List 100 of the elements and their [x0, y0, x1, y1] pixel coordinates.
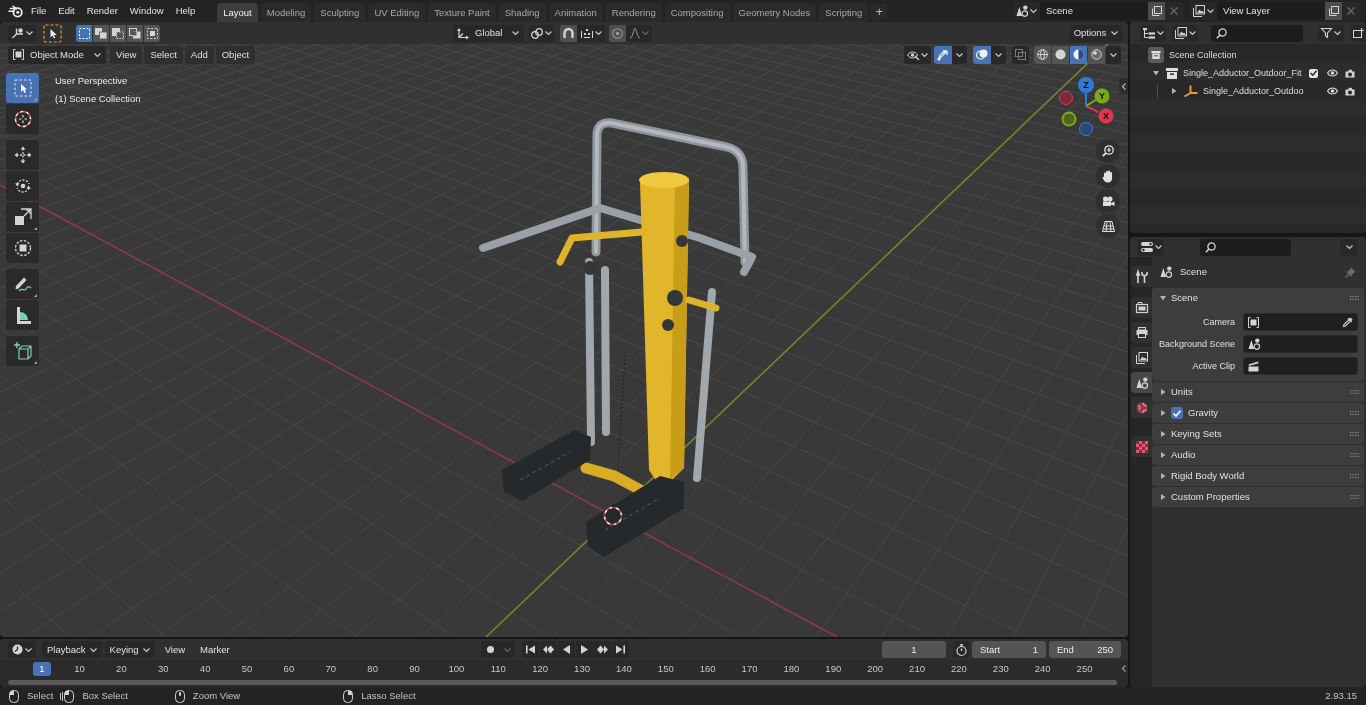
- proportional-editing-toggle[interactable]: [609, 24, 626, 42]
- options-dropdown[interactable]: Options: [1070, 24, 1122, 42]
- gizmo-toggle[interactable]: [934, 45, 952, 64]
- menu-dropdown[interactable]: Playback: [42, 641, 102, 658]
- view-layer-browse-button[interactable]: [1190, 2, 1217, 20]
- play-button[interactable]: [576, 641, 593, 658]
- editor-type-button[interactable]: [8, 641, 36, 658]
- menu-dropdown[interactable]: Keying: [104, 641, 155, 658]
- camera-icon[interactable]: [1345, 68, 1355, 78]
- disclosure-triangle-icon[interactable]: [1160, 389, 1166, 395]
- negative-y-axis-handle[interactable]: [1061, 111, 1077, 127]
- perspective-toggle-button[interactable]: [1096, 214, 1120, 238]
- gizmo-dropdown[interactable]: [952, 45, 967, 64]
- disclosure-triangle-icon[interactable]: [1160, 410, 1166, 416]
- workspace-tab[interactable]: Sculpting: [314, 3, 366, 22]
- workspace-tab[interactable]: Animation: [548, 3, 603, 22]
- select-mode-button[interactable]: [93, 24, 109, 42]
- shading-mode-button[interactable]: [1052, 45, 1069, 64]
- workspace-tab[interactable]: Shading: [498, 3, 546, 22]
- shading-dropdown[interactable]: [1106, 45, 1121, 64]
- menu-item[interactable]: View: [110, 45, 143, 64]
- snap-target-dropdown[interactable]: [577, 24, 605, 42]
- panel-checkbox[interactable]: [1171, 407, 1183, 419]
- pin-icon[interactable]: [1345, 266, 1356, 278]
- current-frame-field[interactable]: 1: [882, 641, 946, 658]
- snap-toggle[interactable]: [560, 24, 577, 42]
- zoom-button[interactable]: [1096, 139, 1120, 163]
- auto-keying-toggle[interactable]: [481, 641, 500, 658]
- y-axis-handle[interactable]: Y: [1094, 88, 1110, 104]
- timeline-scrollbar[interactable]: [8, 680, 1117, 685]
- properties-tab[interactable]: [1131, 436, 1152, 457]
- disclosure-triangle-icon[interactable]: [1153, 70, 1159, 76]
- options-dropdown[interactable]: [1340, 238, 1358, 256]
- menu-item[interactable]: Window: [123, 1, 170, 21]
- select-mode-button[interactable]: [110, 24, 126, 42]
- add-workspace-button[interactable]: +: [871, 4, 888, 20]
- pan-button[interactable]: [1096, 164, 1120, 188]
- menu-item[interactable]: Edit: [52, 1, 81, 21]
- active-tool-button[interactable]: [43, 23, 62, 43]
- disclosure-triangle-icon[interactable]: [1171, 88, 1177, 94]
- workspace-tab[interactable]: Rendering: [605, 3, 662, 22]
- tool-button[interactable]: [6, 202, 39, 232]
- shading-mode-button[interactable]: [1088, 45, 1105, 64]
- sidebar-toggle[interactable]: [1119, 78, 1128, 94]
- eye-icon[interactable]: [1327, 87, 1338, 95]
- properties-tab[interactable]: [1131, 266, 1152, 287]
- properties-tab[interactable]: [1131, 322, 1152, 343]
- eyedropper-icon[interactable]: [1343, 317, 1353, 327]
- pivot-point-dropdown[interactable]: [529, 24, 554, 42]
- workspace-tab[interactable]: Scripting: [819, 3, 869, 22]
- tool-button[interactable]: [6, 171, 39, 201]
- select-mode-button[interactable]: [144, 24, 160, 42]
- panel-header[interactable]: Rigid Body World: [1152, 466, 1364, 486]
- tool-button[interactable]: [6, 233, 39, 263]
- menu-item[interactable]: Object: [215, 45, 256, 64]
- properties-tab[interactable]: [1131, 347, 1152, 368]
- workspace-tab[interactable]: Layout: [217, 3, 258, 22]
- scene-name-field[interactable]: Scene: [1040, 2, 1148, 20]
- duplicate-button[interactable]: [1325, 2, 1342, 20]
- menu-item[interactable]: Marker: [195, 641, 235, 658]
- camera-field[interactable]: [1243, 313, 1358, 331]
- camera-view-button[interactable]: [1096, 189, 1120, 213]
- shading-mode-button[interactable]: [1034, 45, 1051, 64]
- tool-button[interactable]: [6, 140, 39, 170]
- next-keyframe-button[interactable]: [594, 641, 611, 658]
- panel-header[interactable]: Audio: [1152, 445, 1364, 465]
- new-collection-button[interactable]: [1351, 24, 1366, 42]
- x-axis-handle[interactable]: X: [1098, 108, 1114, 124]
- negative-x-axis-handle[interactable]: [1059, 91, 1073, 105]
- menu-item[interactable]: Add: [184, 45, 214, 64]
- tool-button[interactable]: [6, 300, 39, 330]
- panel-header[interactable]: Custom Properties: [1152, 487, 1364, 507]
- preview-range-toggle[interactable]: [953, 641, 969, 658]
- overlay-toggle[interactable]: [973, 45, 991, 64]
- jump-to-start-button[interactable]: [522, 641, 539, 658]
- jump-to-end-button[interactable]: [612, 641, 629, 658]
- menu-item[interactable]: Help: [169, 1, 202, 21]
- menu-item[interactable]: Render: [80, 1, 124, 21]
- menu-item[interactable]: File: [25, 1, 53, 21]
- properties-tab[interactable]: [1131, 297, 1152, 318]
- mode-dropdown[interactable]: Object Mode: [8, 45, 106, 64]
- disclosure-triangle-icon[interactable]: [1160, 473, 1166, 479]
- panel-header[interactable]: Units: [1152, 382, 1364, 402]
- disclosure-triangle-icon[interactable]: [1160, 431, 1166, 437]
- xray-toggle[interactable]: [1012, 45, 1029, 64]
- scene-field[interactable]: [1243, 335, 1358, 353]
- view-layer-filter-dropdown[interactable]: [1172, 24, 1198, 42]
- visibility-dropdown[interactable]: [904, 45, 931, 64]
- workspace-tab[interactable]: Texture Paint: [428, 3, 496, 22]
- start-frame-field[interactable]: Start 1: [972, 641, 1046, 658]
- eye-icon[interactable]: [1327, 69, 1338, 77]
- select-mode-button[interactable]: [76, 24, 92, 42]
- display-mode-dropdown[interactable]: [1140, 24, 1166, 42]
- editor-type-button[interactable]: [8, 24, 36, 42]
- tool-button[interactable]: [6, 104, 39, 134]
- workspace-tab[interactable]: Geometry Nodes: [732, 3, 817, 22]
- outliner-item-label[interactable]: Scene Collection: [1169, 50, 1237, 60]
- disclosure-triangle-icon[interactable]: [1160, 452, 1166, 458]
- camera-icon[interactable]: [1345, 86, 1355, 96]
- end-frame-field[interactable]: End 250: [1049, 641, 1121, 658]
